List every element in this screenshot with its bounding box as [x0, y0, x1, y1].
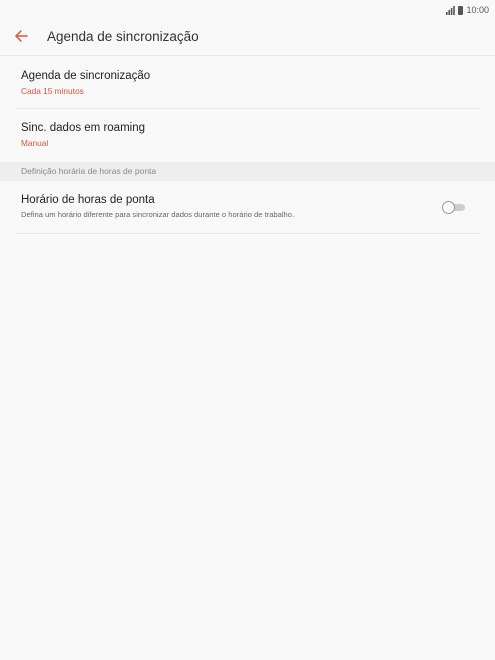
battery-icon [458, 5, 464, 15]
toggle-thumb [442, 201, 455, 214]
sync-schedule-title: Agenda de sincronização [21, 70, 151, 82]
signal-icon [446, 5, 456, 15]
divider [15, 233, 480, 234]
status-bar: 10:00 [0, 0, 495, 18]
section-header: Definição horária de horas de ponta [0, 162, 495, 181]
status-icons: 10:00 [446, 4, 489, 16]
peak-schedule-toggle[interactable] [442, 201, 467, 214]
peak-schedule-description: Defina um horário diferente para sincron… [21, 210, 295, 219]
roaming-sync-item[interactable]: Sinc. dados em roaming Manual [15, 114, 480, 160]
app-header: Agenda de sincronização [0, 18, 495, 56]
peak-schedule-title: Horário de horas de ponta [21, 194, 155, 206]
sync-schedule-value: Cada 15 minutos [21, 86, 84, 96]
arrow-left-icon[interactable] [14, 28, 30, 44]
section-header-label: Definição horária de horas de ponta [21, 166, 157, 176]
roaming-sync-value: Manual [21, 138, 49, 148]
sync-schedule-item[interactable]: Agenda de sincronização Cada 15 minutos [15, 62, 480, 108]
page-title: Agenda de sincronização [47, 29, 199, 44]
status-clock: 10:00 [466, 5, 489, 15]
roaming-sync-title: Sinc. dados em roaming [21, 122, 146, 134]
peak-schedule-item[interactable]: Horário de horas de ponta Defina um horá… [15, 186, 480, 232]
divider [15, 108, 480, 109]
